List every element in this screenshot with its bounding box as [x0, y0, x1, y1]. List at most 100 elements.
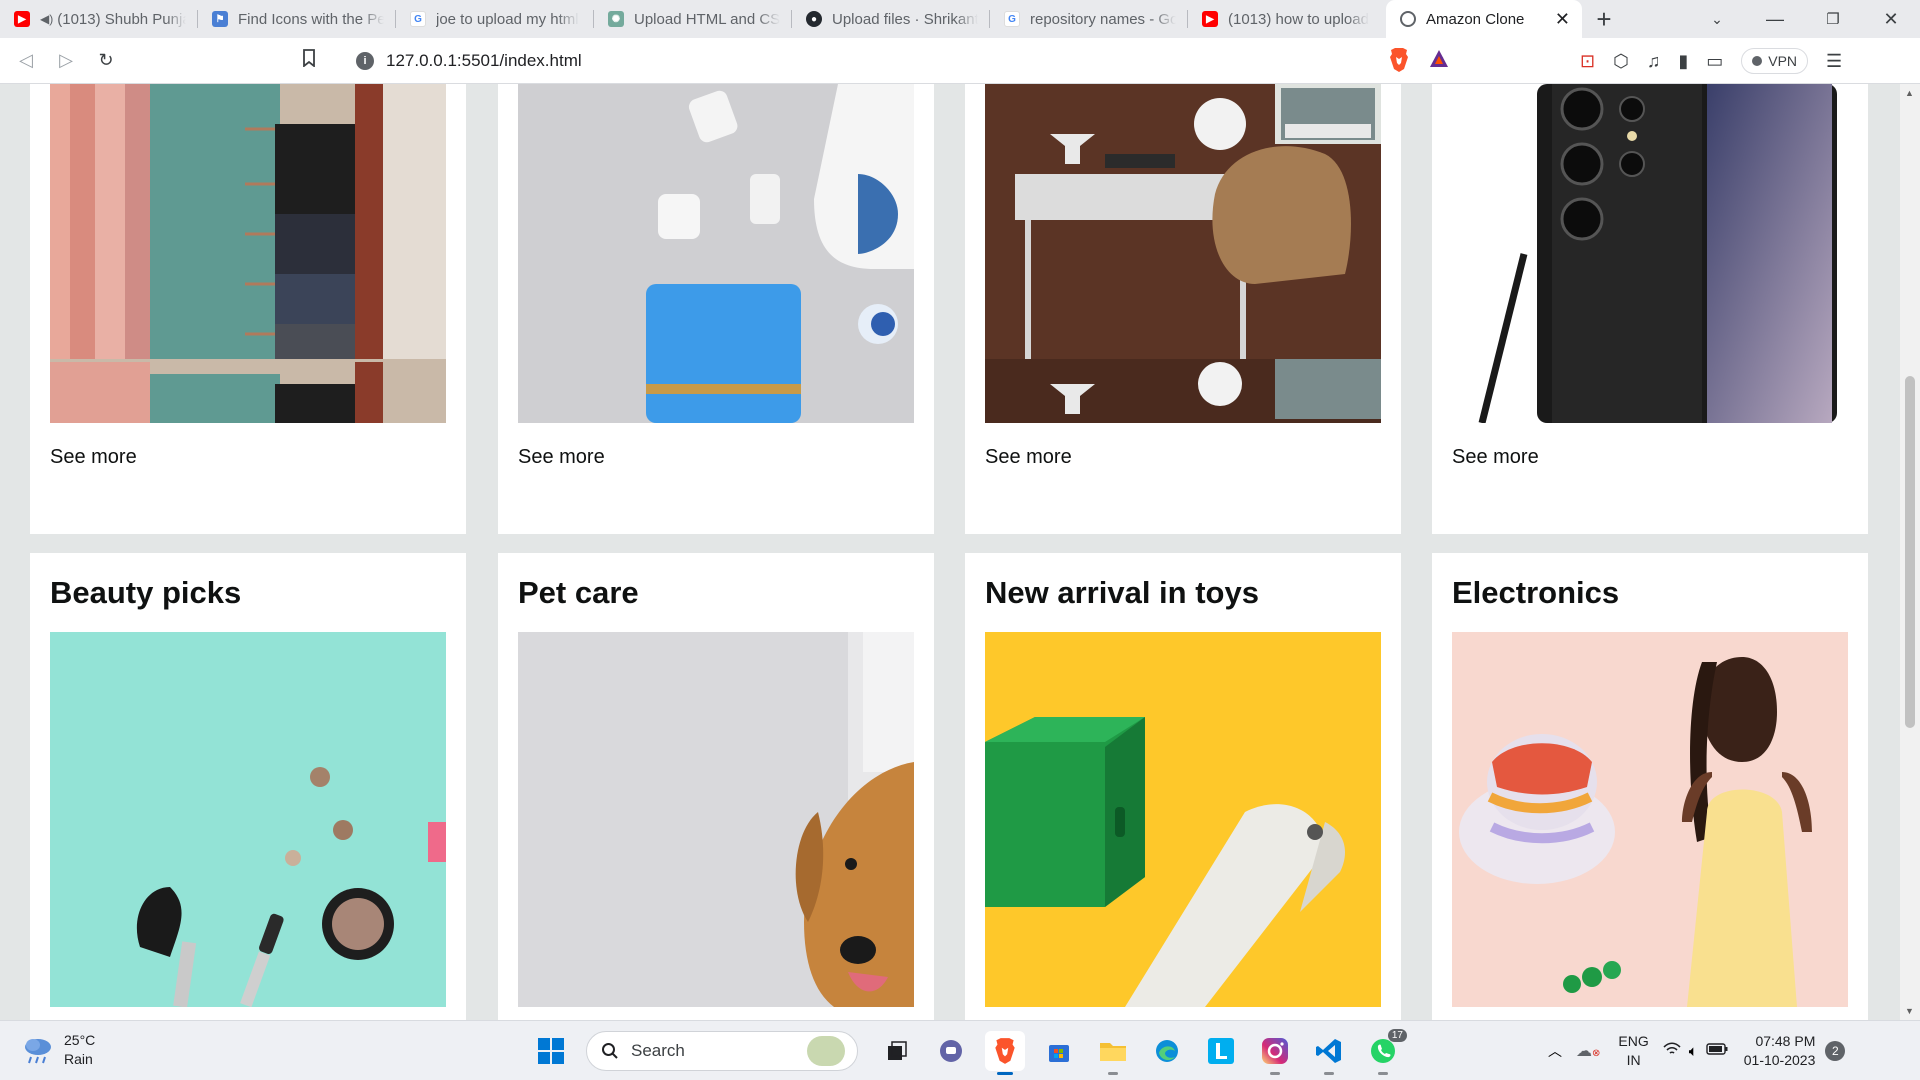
edge-icon: [1156, 1040, 1178, 1062]
youtube-icon: ▶: [14, 11, 30, 27]
tab-find-icons[interactable]: ⚑ Find Icons with the Per: [198, 0, 396, 38]
card-image-fashion[interactable]: [1452, 632, 1848, 1007]
instagram-button[interactable]: [1255, 1031, 1295, 1075]
brave-shields-icon[interactable]: [1388, 47, 1410, 78]
clock[interactable]: 07:48 PM 01-10-2023: [1744, 1032, 1816, 1070]
store-icon: [1049, 1045, 1069, 1062]
lang-code: ENG: [1618, 1033, 1649, 1049]
category-card-electronics: Electronics: [1432, 553, 1868, 1020]
battery-icon[interactable]: [1706, 1042, 1728, 1060]
search-highlight-icon: [807, 1036, 845, 1066]
system-tray: ︿ ☁⊗ ENG IN 🔈︎ 07:48 PM 01-10-2023 2: [1548, 1021, 1846, 1080]
browser-toolbar: ◁ ▷ ↻ i 127.0.0.1:5501/index.html ⇪ ⊡ ⬡ …: [0, 38, 1920, 84]
tab-search-chevron-icon[interactable]: ⌄: [1688, 0, 1746, 38]
sidebar-icon[interactable]: ▮: [1678, 51, 1688, 72]
scroll-up-arrow-icon[interactable]: ▲: [1905, 88, 1914, 98]
site-info-icon[interactable]: i: [356, 52, 374, 70]
card-title: Beauty picks: [50, 575, 242, 610]
restore-button[interactable]: ❐: [1804, 0, 1862, 38]
chatgpt-icon: ✺: [608, 11, 624, 27]
tab-chatgpt[interactable]: ✺ Upload HTML and CSS: [594, 0, 792, 38]
speaker-muted-icon[interactable]: ◀): [40, 12, 53, 26]
chat-icon: [940, 1040, 962, 1062]
page-scrollbar[interactable]: ▲ ▼: [1900, 84, 1920, 1020]
card-image-makeup[interactable]: [50, 632, 446, 1007]
store-button[interactable]: [1039, 1031, 1079, 1071]
rain-cloud-icon: [25, 1039, 51, 1064]
edge-button[interactable]: [1147, 1031, 1187, 1071]
instagram-icon: [1262, 1038, 1288, 1064]
tab-title: (1013) how to upload: [1228, 10, 1369, 28]
tab-youtube-2[interactable]: ▶ (1013) how to upload: [1188, 0, 1386, 38]
github-icon: ●: [806, 11, 822, 27]
minimize-button[interactable]: —: [1746, 0, 1804, 38]
wallet-icon[interactable]: ▭: [1706, 51, 1723, 72]
close-window-button[interactable]: ✕: [1862, 0, 1920, 38]
clock-date: 01-10-2023: [1743, 1052, 1816, 1068]
weather-widget[interactable]: 25°C Rain: [22, 1031, 95, 1069]
see-more-link[interactable]: See more: [518, 446, 605, 469]
clock-time: 07:48 PM: [1755, 1033, 1816, 1049]
back-button[interactable]: ◁: [6, 41, 46, 81]
menu-icon[interactable]: ☰: [1826, 51, 1842, 72]
onedrive-error-icon[interactable]: ☁⊗: [1576, 1041, 1600, 1061]
forward-button[interactable]: ▷: [46, 41, 86, 81]
address-bar[interactable]: i 127.0.0.1:5501/index.html ⇪: [340, 43, 1462, 79]
tab-github[interactable]: ● Upload files · Shrikantj: [792, 0, 990, 38]
wifi-icon[interactable]: [1663, 1041, 1681, 1061]
tab-title: (1013) Shubh Punja: [57, 10, 186, 28]
search-placeholder: Search: [631, 1041, 685, 1060]
card-image-dog[interactable]: [518, 632, 914, 1007]
lang-region: IN: [1626, 1052, 1641, 1068]
card-image-desk-chair[interactable]: [985, 84, 1381, 423]
volume-icon[interactable]: 🔈︎: [1689, 1043, 1698, 1060]
whatsapp-badge: 17: [1387, 1029, 1407, 1042]
reload-button[interactable]: ↻: [86, 41, 126, 81]
tab-google-1[interactable]: G joe to upload my html: [396, 0, 594, 38]
url-text[interactable]: 127.0.0.1:5501/index.html: [386, 51, 582, 71]
task-view-button[interactable]: [877, 1031, 917, 1071]
media-icon[interactable]: ♫: [1647, 51, 1661, 72]
start-button[interactable]: [531, 1031, 571, 1071]
screenshot-icon[interactable]: ⊡: [1580, 51, 1595, 72]
card-image-bath-products[interactable]: [518, 84, 914, 423]
tab-amazon-clone[interactable]: Amazon Clone ✕: [1386, 0, 1582, 38]
extensions-icon[interactable]: ⬡: [1613, 51, 1629, 72]
tab-google-2[interactable]: G repository names - Go: [990, 0, 1188, 38]
see-more-link[interactable]: See more: [50, 446, 137, 469]
tab-title: Upload files · Shrikantj: [832, 10, 978, 28]
windows-logo-icon: [538, 1038, 564, 1064]
brave-rewards-icon[interactable]: [1428, 48, 1450, 75]
scroll-down-arrow-icon[interactable]: ▼: [1905, 1006, 1914, 1016]
product-card: See more: [30, 84, 466, 534]
new-tab-button[interactable]: +: [1582, 0, 1626, 38]
vscode-button[interactable]: [1309, 1031, 1349, 1075]
google-icon: G: [410, 11, 426, 27]
scrollbar-thumb[interactable]: [1905, 376, 1915, 728]
product-card: See more: [498, 84, 934, 534]
see-more-link[interactable]: See more: [985, 446, 1072, 469]
see-more-link[interactable]: See more: [1452, 446, 1539, 469]
card-title: Pet care: [518, 575, 639, 610]
close-tab-icon[interactable]: ✕: [1555, 9, 1570, 30]
brave-taskbar-button[interactable]: [985, 1031, 1025, 1075]
flag-icon: ⚑: [212, 11, 228, 27]
card-title: Electronics: [1452, 575, 1620, 610]
file-explorer-button[interactable]: [1093, 1031, 1133, 1075]
vscode-icon: [1316, 1039, 1341, 1063]
google-icon: G: [1004, 11, 1020, 27]
bookmark-icon[interactable]: [302, 49, 316, 72]
card-image-smartphone[interactable]: [1452, 84, 1848, 423]
card-image-toys[interactable]: [985, 632, 1381, 1007]
card-image-pants-organizer[interactable]: [50, 84, 446, 423]
tab-youtube-1[interactable]: ▶ ◀) (1013) Shubh Punja: [0, 0, 198, 38]
vpn-button[interactable]: VPN: [1741, 48, 1809, 74]
whatsapp-button[interactable]: 17: [1363, 1029, 1407, 1075]
notification-badge[interactable]: 2: [1825, 1041, 1846, 1061]
l-app-button[interactable]: [1201, 1031, 1241, 1071]
language-indicator[interactable]: ENG IN: [1618, 1032, 1648, 1070]
taskbar-search[interactable]: Search: [586, 1031, 858, 1071]
tab-title: joe to upload my html: [436, 10, 579, 28]
chat-app-button[interactable]: [931, 1031, 971, 1071]
show-hidden-icons-chevron-icon[interactable]: ︿: [1548, 1041, 1562, 1061]
